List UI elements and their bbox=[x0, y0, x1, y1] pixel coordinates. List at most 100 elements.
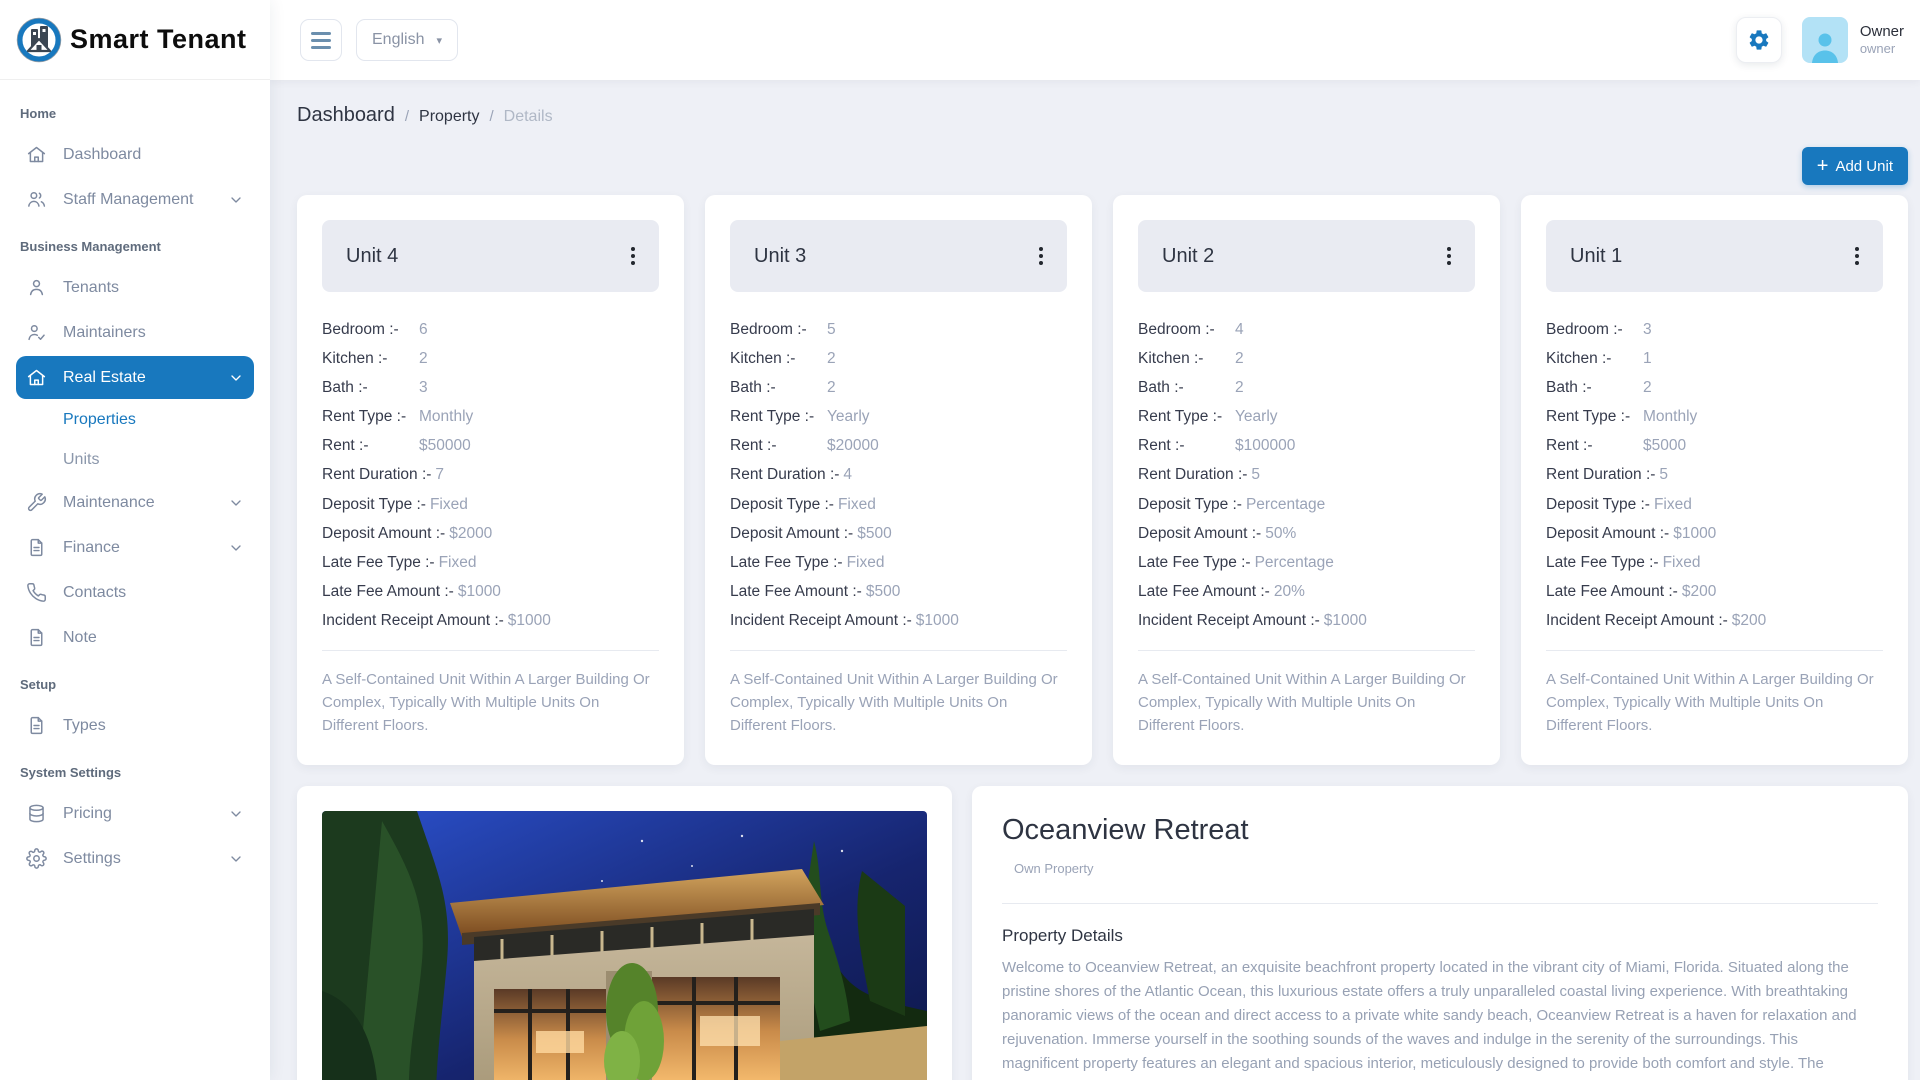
sidebar-item-settings[interactable]: Settings bbox=[16, 837, 254, 880]
field-label: Kitchen :- bbox=[730, 350, 827, 369]
unit-title: Unit 2 bbox=[1162, 245, 1214, 268]
unit-title: Unit 1 bbox=[1570, 245, 1622, 268]
sidebar-item-tenants[interactable]: Tenants bbox=[16, 266, 254, 309]
sidebar-item-contacts[interactable]: Contacts bbox=[16, 571, 254, 614]
brand[interactable]: Smart Tenant bbox=[0, 0, 270, 80]
kebab-menu-icon[interactable] bbox=[1441, 241, 1457, 271]
field-label: Incident Receipt Amount :- bbox=[1138, 612, 1324, 631]
breadcrumb: Dashboard / Property / Details bbox=[297, 104, 1908, 127]
field-row: Deposit Type :-Fixed bbox=[730, 496, 1067, 515]
field-label: Kitchen :- bbox=[1546, 350, 1643, 369]
field-row: Rent Duration :-5 bbox=[1546, 466, 1883, 485]
sidebar-toggle-button[interactable] bbox=[300, 19, 342, 61]
field-label: Rent Duration :- bbox=[1138, 466, 1251, 485]
field-value: $2000 bbox=[449, 525, 492, 544]
breadcrumb-property[interactable]: Property bbox=[419, 108, 479, 126]
property-detail-card: Oceanview Retreat Own Property Property … bbox=[972, 786, 1908, 1080]
caret-down-icon: ▾ bbox=[436, 34, 442, 47]
field-row: Rent :-$100000 bbox=[1138, 437, 1475, 456]
field-value: $1000 bbox=[916, 612, 959, 631]
sidebar-item-finance[interactable]: Finance bbox=[16, 526, 254, 569]
field-row: Late Fee Type :-Fixed bbox=[322, 554, 659, 573]
field-label: Rent Type :- bbox=[322, 408, 419, 427]
field-row: Late Fee Amount :-20% bbox=[1138, 583, 1475, 602]
sidebar-subitem-properties[interactable]: Properties bbox=[16, 401, 254, 439]
property-photo-card bbox=[297, 786, 952, 1080]
kebab-menu-icon[interactable] bbox=[625, 241, 641, 271]
property-details-heading: Property Details bbox=[1002, 926, 1878, 946]
field-value: Percentage bbox=[1255, 554, 1334, 573]
field-value: $1000 bbox=[1324, 612, 1367, 631]
settings-button[interactable] bbox=[1736, 17, 1782, 63]
home-icon bbox=[26, 144, 47, 165]
field-value: Fixed bbox=[430, 496, 468, 515]
field-label: Late Fee Amount :- bbox=[322, 583, 458, 602]
sidebar-item-types[interactable]: Types bbox=[16, 704, 254, 747]
sidebar-item-real-estate[interactable]: Real Estate bbox=[16, 356, 254, 399]
field-label: Rent Duration :- bbox=[322, 466, 435, 485]
person-check-icon bbox=[26, 322, 47, 343]
field-row: Late Fee Type :-Fixed bbox=[1546, 554, 1883, 573]
app-root: Smart Tenant HomeDashboardStaff Manageme… bbox=[0, 0, 1920, 1080]
field-label: Bath :- bbox=[1138, 379, 1235, 398]
sidebar-item-label: Types bbox=[63, 717, 106, 735]
user-block[interactable]: Owner owner bbox=[1860, 23, 1904, 58]
unit-description: A Self-Contained Unit Within A Larger Bu… bbox=[322, 668, 659, 738]
field-label: Incident Receipt Amount :- bbox=[322, 612, 508, 631]
field-value: Fixed bbox=[838, 496, 876, 515]
sidebar-item-dashboard[interactable]: Dashboard bbox=[16, 133, 254, 176]
sidebar-item-label: Tenants bbox=[63, 279, 119, 297]
add-unit-button[interactable]: + Add Unit bbox=[1802, 147, 1908, 185]
unit-fields: Bedroom :-3Kitchen :-1Bath :-2Rent Type … bbox=[1546, 321, 1883, 631]
breadcrumb-separator: / bbox=[489, 108, 493, 125]
language-select[interactable]: English ▾ bbox=[356, 19, 458, 61]
field-row: Rent Duration :-5 bbox=[1138, 466, 1475, 485]
kebab-menu-icon[interactable] bbox=[1033, 241, 1049, 271]
field-row: Bath :-3 bbox=[322, 379, 659, 398]
avatar[interactable] bbox=[1802, 17, 1848, 63]
field-row: Kitchen :-1 bbox=[1546, 350, 1883, 369]
property-badge: Own Property bbox=[1014, 861, 1093, 876]
field-row: Deposit Type :-Percentage bbox=[1138, 496, 1475, 515]
field-label: Late Fee Type :- bbox=[322, 554, 439, 573]
main-area: English ▾ Owner owner Dashboard / bbox=[270, 0, 1920, 1080]
sidebar-item-staff-management[interactable]: Staff Management bbox=[16, 178, 254, 221]
breadcrumb-dashboard[interactable]: Dashboard bbox=[297, 104, 395, 127]
field-label: Late Fee Type :- bbox=[730, 554, 847, 573]
field-label: Late Fee Type :- bbox=[1546, 554, 1663, 573]
unit-fields: Bedroom :-4Kitchen :-2Bath :-2Rent Type … bbox=[1138, 321, 1475, 631]
unit-card-header: Unit 2 bbox=[1138, 220, 1475, 292]
database-icon bbox=[26, 803, 47, 824]
unit-title: Unit 3 bbox=[754, 245, 806, 268]
field-label: Deposit Amount :- bbox=[730, 525, 857, 544]
field-value: $200 bbox=[1682, 583, 1716, 602]
chevron-down-icon bbox=[228, 495, 244, 511]
field-value: 5 bbox=[1251, 466, 1260, 485]
field-label: Rent :- bbox=[1138, 437, 1235, 456]
unit-description: A Self-Contained Unit Within A Larger Bu… bbox=[730, 668, 1067, 738]
sidebar-item-maintenance[interactable]: Maintenance bbox=[16, 481, 254, 524]
field-value: $1000 bbox=[1673, 525, 1716, 544]
unit-card-unit-4: Unit 4Bedroom :-6Kitchen :-2Bath :-3Rent… bbox=[297, 195, 684, 765]
sidebar-subitem-units[interactable]: Units bbox=[16, 441, 254, 479]
unit-cards-row: Unit 4Bedroom :-6Kitchen :-2Bath :-3Rent… bbox=[297, 195, 1908, 765]
sidebar-item-label: Finance bbox=[63, 539, 120, 557]
field-row: Rent Duration :-4 bbox=[730, 466, 1067, 485]
field-label: Late Fee Amount :- bbox=[1546, 583, 1682, 602]
unit-card-header: Unit 3 bbox=[730, 220, 1067, 292]
field-label: Incident Receipt Amount :- bbox=[1546, 612, 1732, 631]
field-row: Bath :-2 bbox=[730, 379, 1067, 398]
field-label: Bedroom :- bbox=[322, 321, 419, 340]
field-value: 6 bbox=[419, 321, 428, 340]
sidebar-item-note[interactable]: Note bbox=[16, 616, 254, 659]
field-value: 2 bbox=[419, 350, 428, 369]
field-label: Deposit Type :- bbox=[730, 496, 838, 515]
kebab-menu-icon[interactable] bbox=[1849, 241, 1865, 271]
field-row: Rent Duration :-7 bbox=[322, 466, 659, 485]
home-icon bbox=[26, 367, 47, 388]
chevron-down-icon bbox=[228, 851, 244, 867]
sidebar-item-pricing[interactable]: Pricing bbox=[16, 792, 254, 835]
sidebar-item-maintainers[interactable]: Maintainers bbox=[16, 311, 254, 354]
hamburger-icon bbox=[311, 32, 331, 49]
user-name: Owner bbox=[1860, 23, 1904, 42]
